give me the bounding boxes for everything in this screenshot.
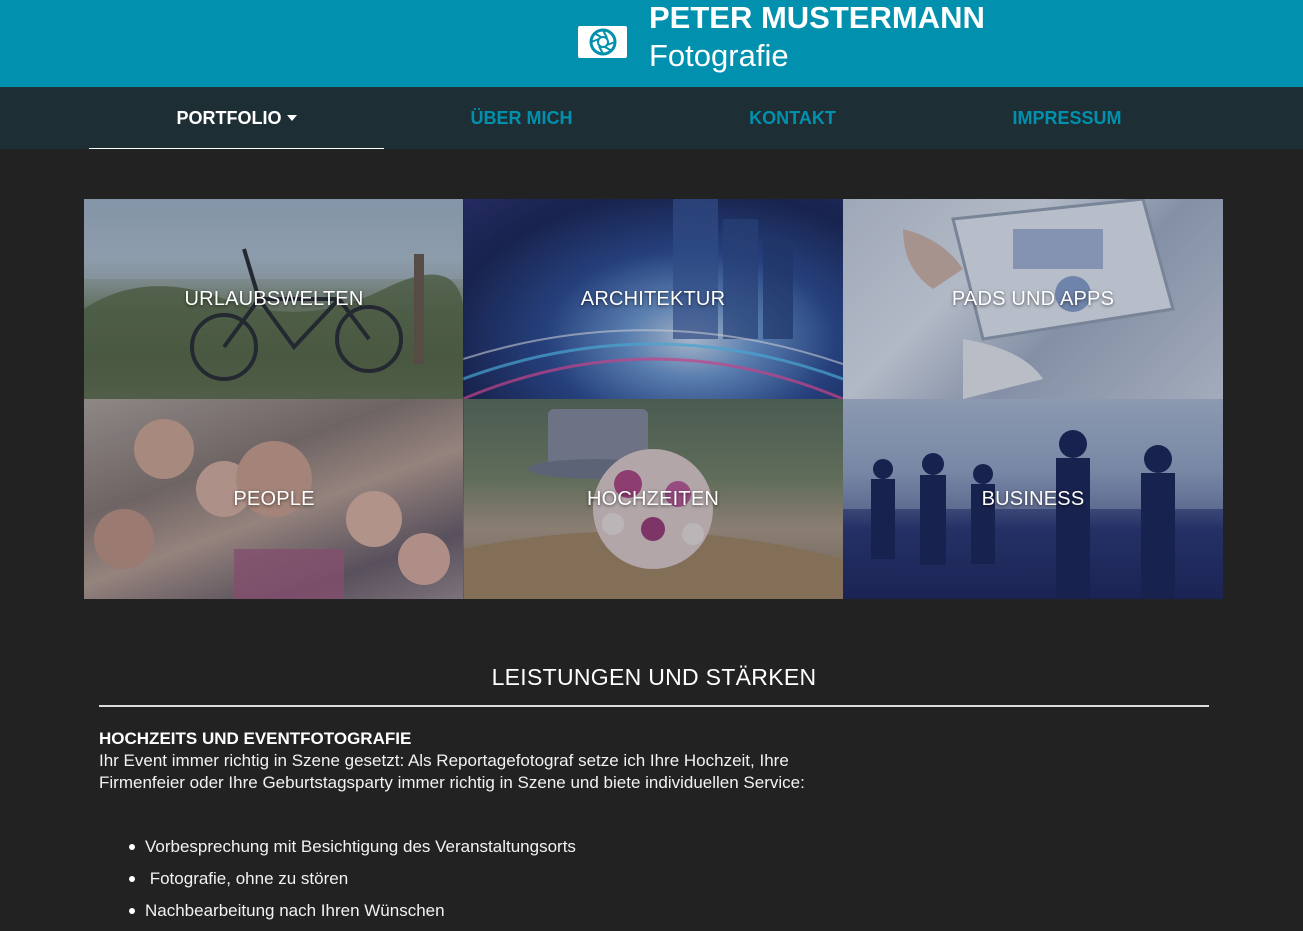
caret-down-icon <box>286 115 297 121</box>
tile-label: BUSINESS <box>981 487 1085 510</box>
nav-item-label: KONTAKT <box>749 107 836 128</box>
list-item-text: Fotografie, ohne zu stören <box>145 869 349 888</box>
nav-item-label: PORTFOLIO <box>176 107 282 128</box>
nav-item-impressum[interactable]: IMPRESSUM <box>926 87 1208 149</box>
brand-subtitle: Fotografie <box>649 38 789 73</box>
tile-label: PADS UND APPS <box>951 287 1115 310</box>
list-item-text: Vorbesprechung mit Besichtigung des Vera… <box>145 837 576 856</box>
portfolio-tile-business[interactable]: BUSINESS <box>843 399 1223 599</box>
sub-heading: HOCHZEITS UND EVENTFOTOGRAFIE <box>99 729 412 748</box>
section-divider <box>99 705 1209 707</box>
nav-item-kontakt[interactable]: KONTAKT <box>659 87 926 149</box>
list-item: Nachbearbeitung nach Ihren Wünschen <box>127 899 576 931</box>
camera-aperture-icon <box>589 28 616 56</box>
portfolio-tile-people[interactable]: PEOPLE <box>84 399 464 599</box>
tile-label: URLAUBSWELTEN <box>184 287 364 310</box>
main-nav: PORTFOLIO ÜBER MICH KONTAKT IMPRESSUM <box>0 87 1303 149</box>
nav-item-label: IMPRESSUM <box>1012 107 1122 128</box>
portfolio-tile-hochzeiten[interactable]: HOCHZEITEN <box>463 399 843 599</box>
bullet-icon <box>129 908 135 914</box>
brand-name[interactable]: PETER MUSTERMANN <box>649 0 985 36</box>
portfolio-tile-architektur[interactable]: ARCHITEKTUR <box>463 199 843 399</box>
service-description: Ihr Event immer richtig in Szene gesetzt… <box>99 751 805 792</box>
nav-item-portfolio[interactable]: PORTFOLIO <box>89 87 384 149</box>
bullet-icon <box>129 876 135 882</box>
tile-label: PEOPLE <box>233 487 315 510</box>
service-list: Vorbesprechung mit Besichtigung des Vera… <box>127 835 576 931</box>
portfolio-tile-pads-und-apps[interactable]: PADS UND APPS <box>843 199 1223 399</box>
bullet-icon <box>129 844 135 850</box>
nav-item-label: ÜBER MICH <box>470 107 573 128</box>
portfolio-grid: URLAUBSWELTEN ARCHITEKTUR PADS UND APPS <box>84 199 1223 599</box>
tile-label: HOCHZEITEN <box>587 487 719 510</box>
tile-label: ARCHITEKTUR <box>580 287 726 310</box>
list-item: Vorbesprechung mit Besichtigung des Vera… <box>127 835 576 867</box>
site-header: PETER MUSTERMANN Fotografie <box>0 0 1303 87</box>
section-title: LEISTUNGEN UND STÄRKEN <box>491 664 817 690</box>
nav-item-ueber-mich[interactable]: ÜBER MICH <box>384 87 659 149</box>
list-item: Fotografie, ohne zu stören <box>127 867 576 899</box>
logo[interactable] <box>578 26 627 58</box>
list-item-text: Nachbearbeitung nach Ihren Wünschen <box>145 901 445 920</box>
portfolio-tile-urlaubswelten[interactable]: URLAUBSWELTEN <box>84 199 464 399</box>
